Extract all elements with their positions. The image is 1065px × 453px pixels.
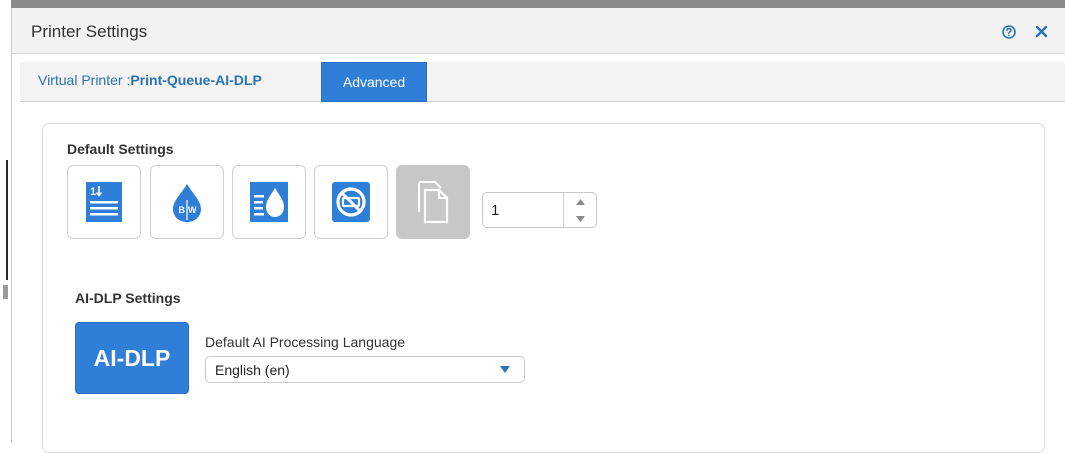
language-label: Default AI Processing Language [205, 334, 406, 350]
aidlp-logo-text: AI-DLP [93, 344, 171, 371]
toner-save-button[interactable] [232, 165, 306, 239]
black-white-drop-icon: B W [173, 184, 201, 222]
tab-printer-name: Print-Queue-AI-DLP [130, 72, 262, 88]
collate-button[interactable]: 1 [67, 165, 141, 239]
tab-advanced-label: Advanced [342, 74, 406, 90]
copies-icon [418, 181, 449, 224]
tab-virtual-printer[interactable]: Virtual Printer :Print-Queue-AI-DLP [38, 72, 262, 88]
chevron-down-icon [500, 366, 510, 373]
tab-printer-prefix: Virtual Printer : [38, 72, 131, 88]
language-selected-value: English (en) [215, 362, 290, 378]
decrement-button[interactable] [564, 210, 596, 227]
svg-text:B: B [179, 205, 186, 215]
arrow-up-icon [575, 198, 585, 205]
default-settings-heading: Default Settings [67, 141, 174, 157]
dialog-title: Printer Settings [31, 22, 148, 41]
arrow-down-icon [575, 215, 585, 222]
svg-text:W: W [188, 205, 197, 215]
aidlp-settings-heading: AI-DLP Settings [75, 290, 181, 306]
tab-strip: Virtual Printer :Print-Queue-AI-DLP Adva… [20, 62, 1065, 102]
svg-text:1: 1 [90, 186, 96, 198]
aidlp-logo: AI-DLP [75, 322, 189, 394]
close-icon[interactable] [1035, 25, 1048, 38]
copies-button [396, 165, 470, 239]
copies-input[interactable] [491, 199, 561, 221]
increment-button[interactable] [564, 193, 596, 210]
tab-advanced[interactable]: Advanced [321, 62, 427, 102]
language-select[interactable]: English (en) [205, 356, 525, 383]
background-divider [6, 160, 8, 280]
background-handle [3, 285, 8, 299]
background-window-left [0, 0, 11, 443]
sort-order-icon: 1 [86, 182, 122, 222]
black-white-button[interactable]: B W [150, 165, 224, 239]
help-icon[interactable] [1002, 25, 1016, 39]
copies-spinner [563, 193, 596, 227]
no-staple-button[interactable] [314, 165, 388, 239]
dialog-titlebar: Printer Settings [12, 8, 1065, 54]
copies-stepper [482, 192, 597, 228]
background-window-edge [0, 0, 1065, 8]
no-staple-icon [332, 182, 370, 222]
toner-save-icon [250, 182, 288, 222]
